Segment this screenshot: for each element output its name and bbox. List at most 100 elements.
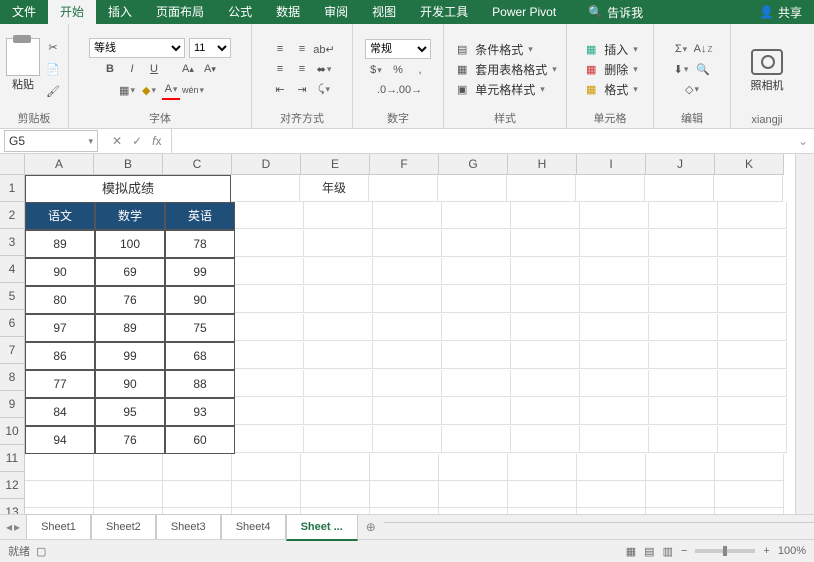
macro-record-icon[interactable]: ▢ (36, 545, 46, 558)
merge-button[interactable]: ⬌▾ (315, 60, 333, 78)
cell[interactable] (442, 230, 511, 257)
cell[interactable] (235, 398, 304, 425)
row-header-9[interactable]: 9 (0, 391, 25, 418)
cell[interactable] (580, 370, 649, 397)
cell[interactable]: 100 (95, 230, 165, 258)
cell[interactable] (442, 342, 511, 369)
col-header-J[interactable]: J (646, 154, 715, 175)
cell[interactable] (715, 454, 784, 481)
menu-tab-9[interactable]: Power Pivot (480, 0, 568, 24)
cell[interactable]: 78 (165, 230, 235, 258)
cell[interactable] (511, 202, 580, 229)
cell[interactable]: 80 (25, 286, 95, 314)
cell[interactable] (232, 454, 301, 481)
cell[interactable] (718, 202, 787, 229)
cell[interactable]: 86 (25, 342, 95, 370)
menu-tab-0[interactable]: 文件 (0, 0, 48, 24)
cell[interactable] (577, 454, 646, 481)
cell[interactable] (442, 398, 511, 425)
cell[interactable]: 94 (25, 426, 95, 454)
cell[interactable] (718, 398, 787, 425)
cell[interactable] (301, 481, 370, 508)
cell[interactable] (580, 286, 649, 313)
clear-icon[interactable]: ◇▾ (683, 80, 701, 98)
cell[interactable] (373, 230, 442, 257)
cell[interactable] (369, 175, 438, 202)
cell[interactable] (649, 202, 718, 229)
cell[interactable] (439, 454, 508, 481)
row-header-13[interactable]: 13 (0, 499, 25, 514)
cell[interactable] (649, 258, 718, 285)
cell[interactable] (163, 481, 232, 508)
cell[interactable]: 数学 (95, 202, 165, 230)
cell[interactable] (163, 454, 232, 481)
cell[interactable] (442, 258, 511, 285)
col-header-E[interactable]: E (301, 154, 370, 175)
cell[interactable]: 75 (165, 314, 235, 342)
increase-font-button[interactable]: A▴ (179, 60, 197, 78)
cell[interactable] (235, 370, 304, 397)
cell[interactable] (649, 370, 718, 397)
cell[interactable] (373, 202, 442, 229)
horizontal-scrollbar[interactable] (384, 522, 814, 533)
number-format-select[interactable]: 常规 (365, 39, 431, 59)
cell[interactable]: 90 (25, 258, 95, 286)
cell[interactable] (235, 426, 304, 453)
cell[interactable] (373, 426, 442, 453)
cell[interactable] (649, 342, 718, 369)
cell[interactable]: 88 (165, 370, 235, 398)
bold-button[interactable]: B (101, 60, 119, 78)
align-center-icon[interactable]: ≡ (293, 60, 311, 78)
cell[interactable]: 68 (165, 342, 235, 370)
expand-formula-icon[interactable]: ⌄ (792, 134, 814, 148)
italic-button[interactable]: I (123, 60, 141, 78)
row-header-6[interactable]: 6 (0, 310, 25, 337)
font-color-button[interactable]: A▾ (162, 80, 180, 100)
cell[interactable] (94, 454, 163, 481)
phonetic-button[interactable]: wén▾ (184, 81, 202, 99)
cell[interactable] (580, 258, 649, 285)
formula-bar[interactable] (171, 129, 791, 153)
enter-icon[interactable]: ✓ (132, 134, 142, 148)
menu-tab-6[interactable]: 审阅 (312, 0, 360, 24)
cell[interactable] (649, 230, 718, 257)
sheet-tab-0[interactable]: Sheet1 (26, 514, 91, 539)
cell[interactable] (718, 314, 787, 341)
cell[interactable] (649, 314, 718, 341)
cell[interactable]: 99 (95, 342, 165, 370)
cell[interactable]: 89 (25, 230, 95, 258)
cell[interactable] (718, 426, 787, 453)
cell[interactable] (511, 342, 580, 369)
cell[interactable] (373, 314, 442, 341)
cell[interactable]: 95 (95, 398, 165, 426)
cell[interactable] (304, 370, 373, 397)
row-header-5[interactable]: 5 (0, 283, 25, 310)
row-header-4[interactable]: 4 (0, 256, 25, 283)
menu-tab-1[interactable]: 开始 (48, 0, 96, 24)
fx-icon[interactable]: fx (152, 134, 161, 148)
font-name-select[interactable]: 等线 (89, 38, 185, 58)
indent-right-icon[interactable]: ⇥ (293, 80, 311, 98)
new-sheet-button[interactable]: ⊕ (358, 520, 384, 534)
cell[interactable] (439, 481, 508, 508)
cell[interactable] (304, 426, 373, 453)
cell[interactable] (580, 426, 649, 453)
cell[interactable] (235, 286, 304, 313)
cell[interactable] (718, 258, 787, 285)
sheet-tab-2[interactable]: Sheet3 (156, 514, 221, 539)
col-header-K[interactable]: K (715, 154, 784, 175)
tab-nav[interactable]: ◂▸ (0, 520, 26, 534)
decrease-font-button[interactable]: A▾ (201, 60, 219, 78)
cell[interactable] (442, 426, 511, 453)
format-table-button[interactable]: ▦套用表格格式▾ (453, 60, 557, 78)
cell[interactable]: 语文 (25, 202, 95, 230)
cell[interactable] (646, 481, 715, 508)
cell[interactable] (373, 286, 442, 313)
cell[interactable] (718, 230, 787, 257)
cell[interactable] (25, 454, 94, 481)
autosum-icon[interactable]: Σ▾ (672, 40, 690, 58)
cell[interactable] (442, 370, 511, 397)
cell[interactable] (511, 286, 580, 313)
cell[interactable] (649, 426, 718, 453)
cell[interactable]: 69 (95, 258, 165, 286)
